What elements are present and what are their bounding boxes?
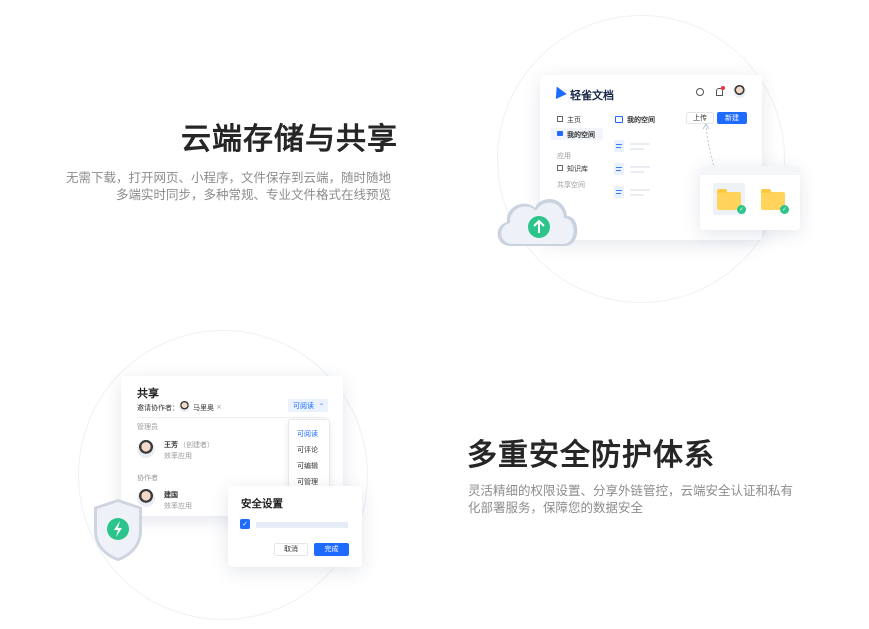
check-icon: ✓ <box>737 205 746 214</box>
invitee-remove-button[interactable]: × <box>216 403 222 411</box>
app-name: 轻雀文档 <box>570 89 614 102</box>
security-option-placeholder <box>256 522 348 528</box>
storage-description-line2: 多端实时同步，多种常规、专业文件格式在线预览 <box>115 187 391 202</box>
folder-drop-card: ✓ ✓ <box>700 166 800 230</box>
file-name-placeholder <box>630 166 650 168</box>
permission-option-comment[interactable]: 可评论 <box>297 445 318 455</box>
invitee-name: 马里奥 <box>193 404 214 412</box>
collaborator-org: 效率应用 <box>164 502 192 510</box>
divider <box>137 417 327 418</box>
invitee-avatar <box>179 401 190 412</box>
admin-name: 王芳 <box>164 441 178 449</box>
security-settings-dialog: 安全设置 ✓ 取消 完成 <box>228 486 362 567</box>
myspace-folder-icon <box>615 116 623 123</box>
file-row[interactable] <box>614 162 674 176</box>
permission-value: 可阅读 <box>293 402 314 410</box>
file-row[interactable] <box>614 185 674 199</box>
file-meta-placeholder <box>630 171 644 173</box>
document-icon <box>614 186 624 198</box>
permission-select[interactable]: 可阅读 ⌄ <box>288 399 328 412</box>
collaborator-section-label: 协作者 <box>137 474 158 482</box>
admin-role: （创建者） <box>179 441 214 449</box>
nav-home[interactable]: 主页 <box>567 115 581 125</box>
file-meta-placeholder <box>630 148 644 150</box>
knowledge-base-icon <box>557 165 563 171</box>
security-option-checkbox[interactable]: ✓ <box>240 519 250 529</box>
shield-icon <box>94 499 142 561</box>
cancel-button[interactable]: 取消 <box>274 543 308 556</box>
file-name-placeholder <box>630 143 650 145</box>
cloud-upload-icon <box>497 198 578 246</box>
permission-option-read[interactable]: 可阅读 <box>297 429 318 439</box>
user-avatar[interactable] <box>733 85 746 98</box>
nav-myspace[interactable]: 我的空间 <box>567 130 595 140</box>
main-title: 我的空间 <box>627 116 655 124</box>
nav-knowledge-base[interactable]: 知识库 <box>567 164 588 174</box>
collaborator-name: 建国 <box>164 491 178 499</box>
nav-section-apps: 应用 <box>557 152 571 160</box>
document-icon <box>614 163 624 175</box>
security-description-line1: 灵活精细的权限设置、分享外链管控，云端安全认证和私有 <box>468 483 794 498</box>
security-dialog-title: 安全设置 <box>241 498 283 510</box>
permission-option-edit[interactable]: 可编辑 <box>297 461 318 471</box>
admin-section-label: 管理员 <box>137 423 158 431</box>
share-title: 共享 <box>137 387 159 400</box>
app-logo-icon <box>551 83 567 100</box>
folder-blue-icon <box>557 131 563 136</box>
bulb-icon[interactable] <box>696 88 704 96</box>
folder-card-header <box>700 166 800 175</box>
security-description-line2: 化部署服务，保障您的数据安全 <box>468 500 644 515</box>
file-name-placeholder <box>630 189 650 191</box>
document-icon <box>614 140 624 152</box>
nav-home-icon <box>557 116 563 122</box>
invite-label: 邀请协作者： <box>137 404 179 412</box>
security-heading: 多重安全防护体系 <box>467 438 715 473</box>
admin-avatar <box>137 440 155 458</box>
file-meta-placeholder <box>630 194 644 196</box>
confirm-button[interactable]: 完成 <box>314 543 349 556</box>
notification-dot <box>721 86 725 90</box>
admin-org: 效率应用 <box>164 452 192 460</box>
permission-dropdown: 可阅读 可评论 可编辑 可管理 <box>288 419 330 489</box>
check-icon: ✓ <box>780 205 789 214</box>
storage-description-line1: 无需下载，打开网页、小程序，文件保存到云端，随时随地 <box>65 170 391 185</box>
chevron-down-icon: ⌄ <box>319 400 325 407</box>
storage-heading: 云端存储与共享 <box>181 122 398 157</box>
file-row[interactable] <box>614 139 674 153</box>
